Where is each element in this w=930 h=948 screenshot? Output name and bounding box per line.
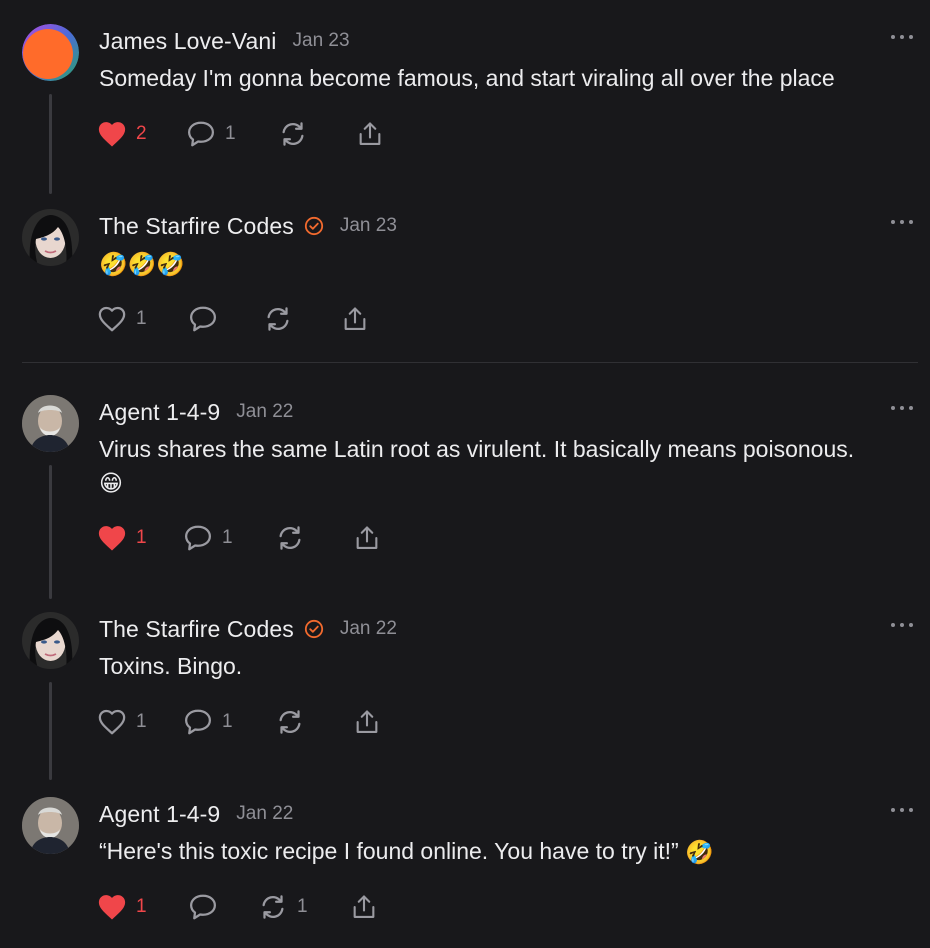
like-count: 1 [136,896,147,917]
share-upload-icon [353,895,375,918]
reply-button[interactable]: 1 [183,706,233,738]
reply-button[interactable] [188,891,218,923]
author-name[interactable]: Agent 1-4-9 [99,801,220,828]
reply-count: 1 [222,527,233,548]
author-name[interactable]: Agent 1-4-9 [99,399,220,426]
comment-text-content: Toxins. Bingo. [99,653,243,679]
restack-button[interactable] [278,118,308,150]
comment-bubble-icon [190,894,216,920]
restack-arrows-icon [279,526,301,550]
comment-header: The Starfire Codes Jan 23 [99,211,397,241]
thread-line [49,682,52,780]
comment-bubble-icon [185,525,211,551]
comment-header: The Starfire Codes Jan 22 [99,614,397,644]
comment-text: 🤣🤣🤣 [99,247,909,281]
comment-bubble-icon [185,709,211,735]
emoji: 🤣 [685,839,714,866]
share-button[interactable] [341,303,369,335]
comment-text-content: Someday I'm gonna become famous, and sta… [99,65,835,91]
comment-text: Someday I'm gonna become famous, and sta… [99,62,909,95]
comment-header: Agent 1-4-9 Jan 22 [99,397,293,427]
like-button[interactable]: 1 [97,706,147,738]
author-name[interactable]: The Starfire Codes [99,213,294,240]
verified-check-icon [304,216,324,236]
comment-date[interactable]: Jan 22 [340,618,397,640]
avatar[interactable] [22,612,79,669]
author-name[interactable]: The Starfire Codes [99,616,294,643]
share-button[interactable] [353,706,381,738]
reply-count: 1 [225,123,236,144]
like-button[interactable]: 2 [97,118,147,150]
share-button[interactable] [350,891,378,923]
thread-line [49,465,52,599]
share-upload-icon [344,307,366,330]
more-dots-icon[interactable] [891,32,913,42]
comment-text: Virus shares the same Latin root as viru… [99,433,909,500]
comment-text: “Here's this toxic recipe I found online… [99,835,909,869]
restack-count: 1 [297,896,308,917]
heart-icon [98,306,126,332]
restack-button[interactable] [275,706,305,738]
restack-button[interactable]: 1 [258,891,308,923]
restack-button[interactable] [263,303,293,335]
more-dots-icon[interactable] [891,217,913,227]
avatar[interactable] [22,797,79,854]
emoji: 😁 [99,470,123,497]
like-count: 2 [136,123,147,144]
comment-bubble-icon [188,121,214,147]
heart-icon [98,895,126,920]
reply-button[interactable]: 1 [186,118,236,150]
restack-arrows-icon [262,895,284,919]
more-dots-icon[interactable] [891,403,913,413]
more-dots-icon[interactable] [891,805,913,815]
reply-count: 1 [222,711,233,732]
like-count: 1 [136,308,147,329]
like-button[interactable]: 1 [97,522,147,554]
share-upload-icon [356,710,378,733]
more-dots-icon[interactable] [891,620,913,630]
avatar[interactable] [22,24,79,81]
like-count: 1 [136,711,147,732]
heart-icon [98,122,126,147]
thread-line [49,94,52,194]
author-name[interactable]: James Love-Vani [99,28,277,55]
comment-text-content: Virus shares the same Latin root as viru… [99,436,855,462]
comment-date[interactable]: Jan 23 [293,30,350,52]
avatar[interactable] [22,395,79,452]
share-upload-icon [359,122,381,145]
thread-divider [22,362,918,363]
share-button[interactable] [356,118,384,150]
comment-text: Toxins. Bingo. [99,650,909,683]
reply-button[interactable]: 1 [183,522,233,554]
share-button[interactable] [353,522,381,554]
comment-date[interactable]: Jan 22 [236,401,293,423]
comment-bubble-icon [190,306,216,332]
heart-icon [98,709,126,735]
like-button[interactable]: 1 [97,891,147,923]
comment-text-content: “Here's this toxic recipe I found online… [99,838,679,864]
like-button[interactable]: 1 [97,303,147,335]
restack-arrows-icon [282,122,304,146]
restack-arrows-icon [267,307,289,331]
like-count: 1 [136,527,147,548]
verified-check-icon [304,619,324,639]
comment-date[interactable]: Jan 22 [236,803,293,825]
restack-button[interactable] [275,522,305,554]
restack-arrows-icon [279,710,301,734]
comment-header: Agent 1-4-9 Jan 22 [99,799,293,829]
avatar[interactable] [22,209,79,266]
heart-icon [98,526,126,551]
emoji: 🤣🤣🤣 [99,251,185,278]
comment-header: James Love-Vani Jan 23 [99,26,350,56]
comment-date[interactable]: Jan 23 [340,215,397,237]
share-upload-icon [356,526,378,549]
reply-button[interactable] [188,303,218,335]
